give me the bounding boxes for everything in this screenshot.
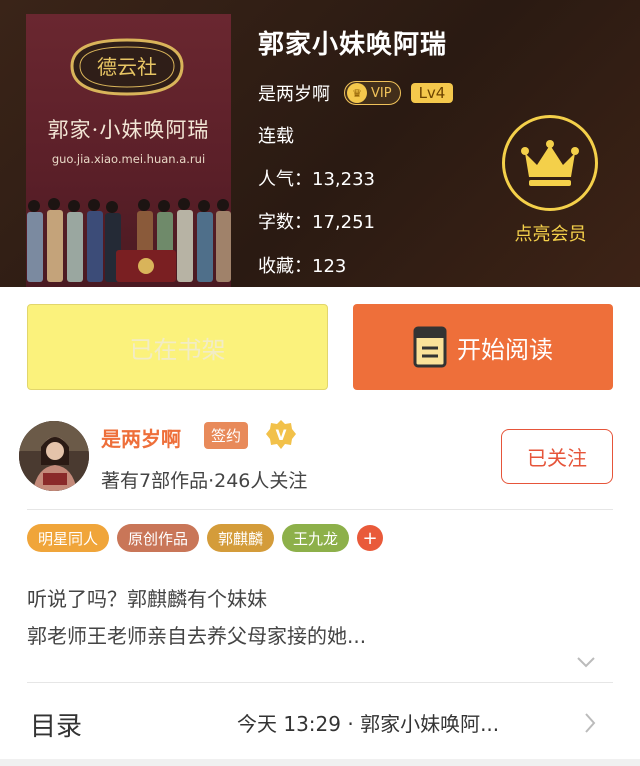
vip-crown-icon: ♛: [347, 83, 367, 103]
favorites-value: 123: [312, 256, 347, 277]
author-name[interactable]: 是两岁啊: [101, 423, 181, 452]
on-shelf-button[interactable]: 已在书架: [27, 304, 328, 390]
divider: [27, 682, 613, 683]
book-author[interactable]: 是两岁啊: [258, 80, 330, 106]
book-popularity: 人气：13,233: [258, 165, 375, 191]
divider: [27, 509, 613, 510]
verified-v-icon: V: [266, 420, 296, 449]
start-reading-button[interactable]: 开始阅读: [353, 304, 613, 390]
popularity-value: 13,233: [312, 169, 375, 190]
bottom-separator: [0, 759, 640, 766]
author-avatar[interactable]: [19, 421, 89, 491]
book-status: 连载: [258, 126, 294, 147]
cover-title: 郭家·小妹唤阿瑞: [47, 118, 210, 142]
vip-label: VIP: [371, 85, 392, 101]
cover-logo-badge: 德云社: [70, 38, 184, 96]
toc-latest-chapter[interactable]: 今天 13:29 · 郭家小妹唤阿...: [237, 708, 499, 737]
tag-item[interactable]: 郭麒麟: [207, 524, 275, 552]
membership-crown-button[interactable]: [502, 115, 598, 211]
svg-text:德云社: 德云社: [97, 55, 157, 79]
description-line-2: 郭老师王老师亲自去养父母家接的她...: [27, 624, 367, 648]
tag-list: 明星同人 原创作品 郭麒麟 王九龙 +: [27, 524, 384, 552]
book-favorites: 收藏：123: [258, 252, 346, 278]
vip-badge: ♛ VIP: [344, 81, 401, 105]
book-icon: [413, 326, 447, 368]
book-header: 德云社 郭家·小妹唤阿瑞 guo.jia.xiao.mei.huan.a.rui…: [0, 0, 640, 287]
book-title: 郭家小妹唤阿瑞: [258, 30, 448, 60]
follow-button[interactable]: 已关注: [501, 429, 613, 484]
chevron-down-icon[interactable]: [576, 656, 596, 668]
level-badge: Lv4: [410, 83, 454, 103]
description-line-1: 听说了吗？郭麒麟有个妹妹: [27, 587, 267, 611]
book-cover[interactable]: 德云社 郭家·小妹唤阿瑞 guo.jia.xiao.mei.huan.a.rui: [26, 14, 231, 287]
membership-label[interactable]: 点亮会员: [498, 220, 603, 246]
cover-illustration: [27, 198, 231, 282]
crown-icon: [521, 140, 579, 186]
favorites-label: 收藏：: [258, 256, 312, 277]
word-count-value: 17,251: [312, 212, 375, 233]
start-reading-label: 开始阅读: [457, 335, 553, 364]
signed-badge: 签约: [204, 422, 249, 449]
cover-pinyin: guo.jia.xiao.mei.huan.a.rui: [51, 152, 206, 166]
tag-item[interactable]: 王九龙: [282, 524, 350, 552]
toc-label[interactable]: 目录: [30, 706, 82, 743]
author-row: 是两岁啊 ♛ VIP Lv4: [258, 80, 454, 106]
chevron-right-icon[interactable]: [584, 712, 596, 734]
book-word-count: 字数：17,251: [258, 208, 375, 234]
tag-item[interactable]: 原创作品: [117, 524, 200, 552]
avatar-image: [19, 421, 89, 491]
book-info: 郭家小妹唤阿瑞 是两岁啊 ♛ VIP Lv4 连载 人气：13,233 字数：1…: [258, 24, 454, 277]
popularity-label: 人气：: [258, 169, 312, 190]
more-tags-button[interactable]: +: [357, 525, 384, 551]
tag-item[interactable]: 明星同人: [27, 524, 110, 552]
verified-badge-text: V: [276, 428, 287, 444]
word-count-label: 字数：: [258, 212, 312, 233]
author-stats: 著有7部作品·246人关注: [101, 470, 308, 492]
